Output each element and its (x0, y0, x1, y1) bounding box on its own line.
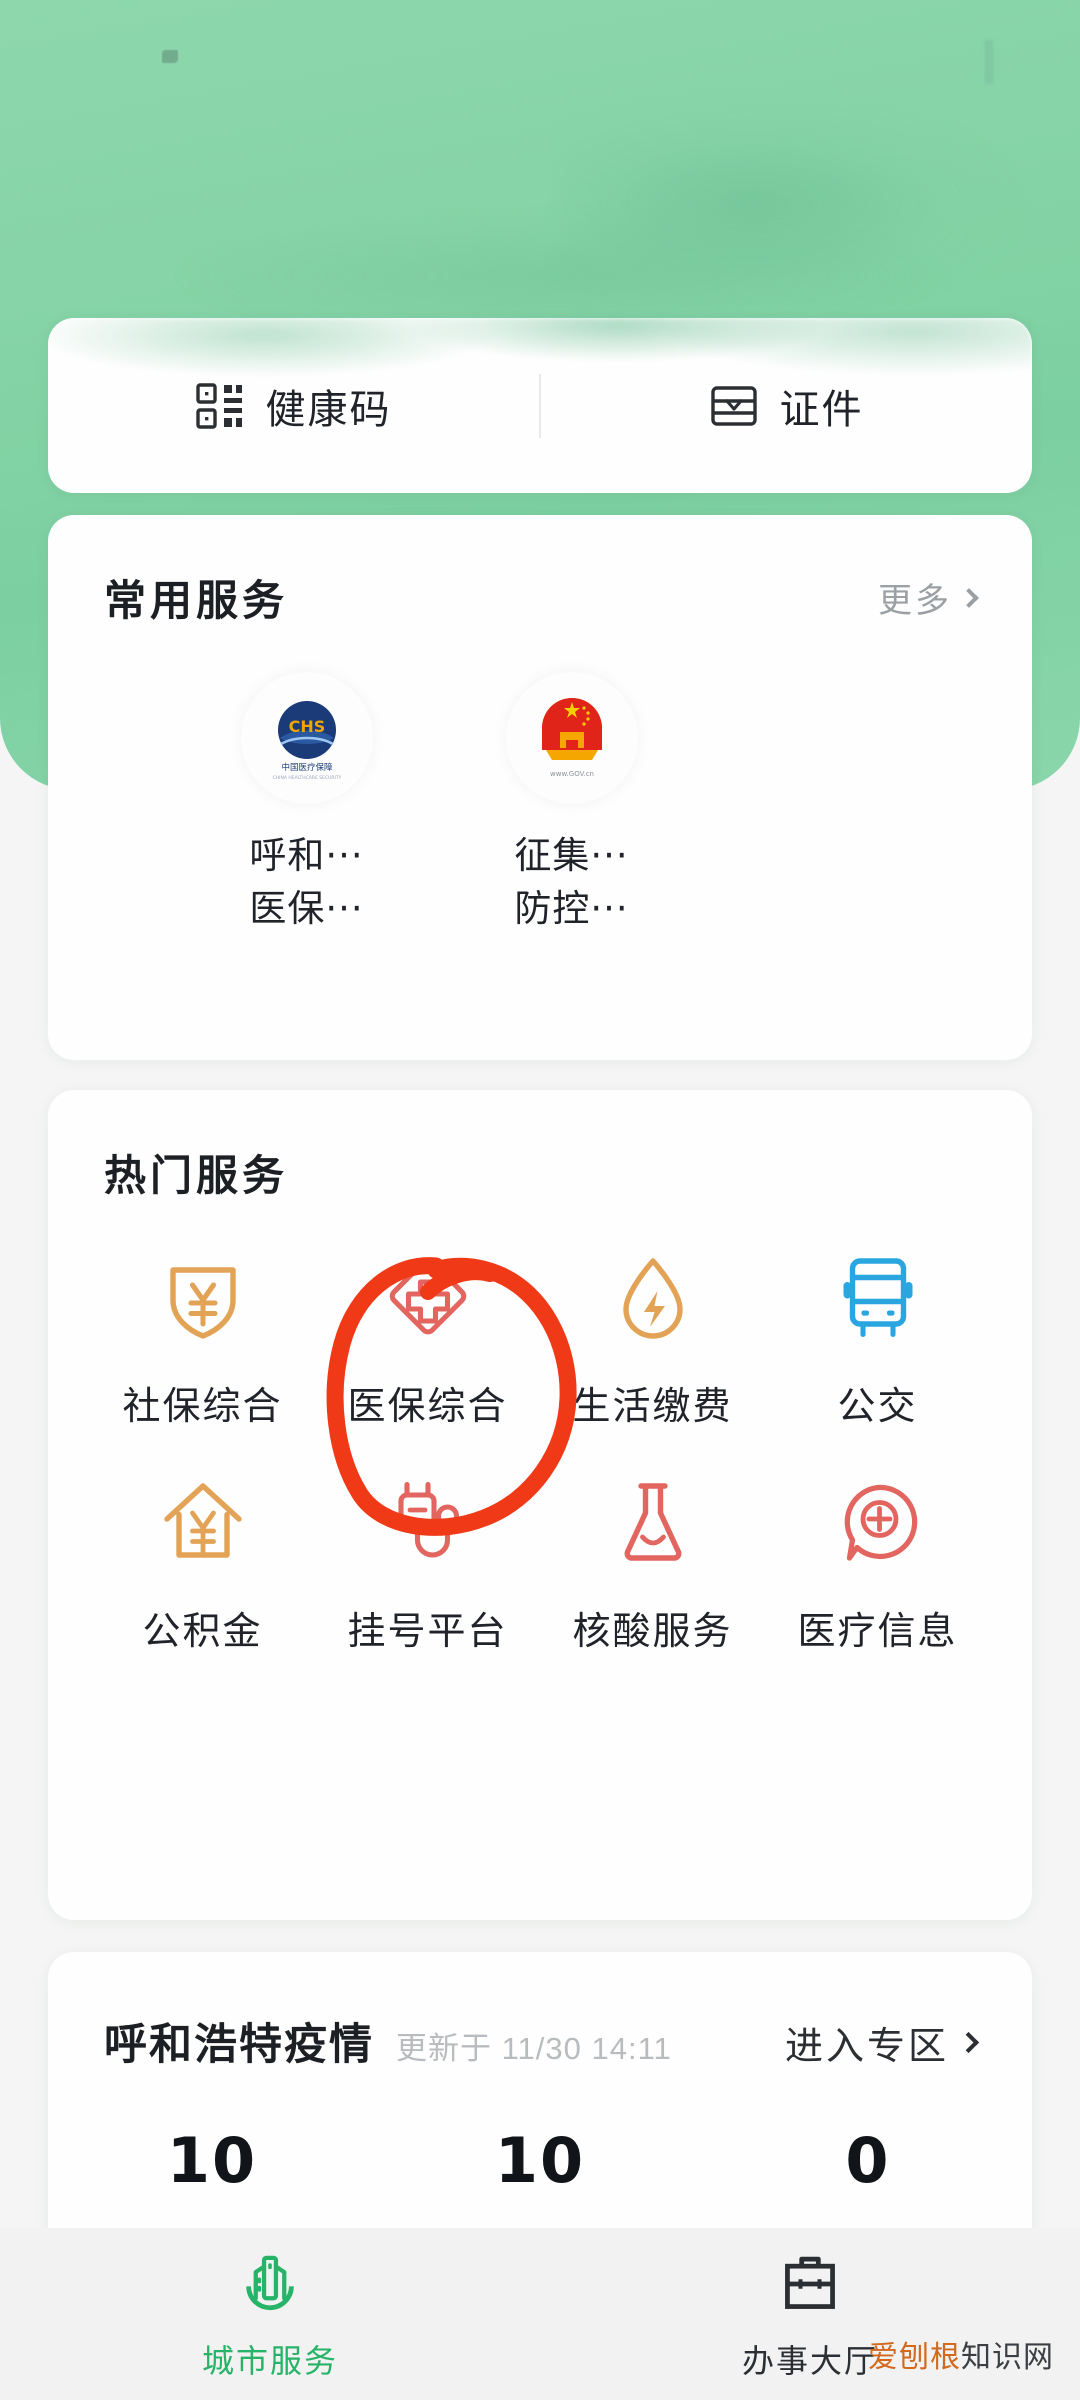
flask-icon (624, 1483, 681, 1561)
hot-service-social-insurance[interactable]: 社保综合 (90, 1249, 315, 1430)
common-services-more-button[interactable]: 更多 (878, 573, 979, 622)
hero-smudge-secondary (170, 215, 950, 335)
tab-label: 城市服务 (201, 2342, 338, 2380)
hot-service-label: 公交 (837, 1384, 918, 1428)
epidemic-card: 呼和浩特疫情 更新于 11/30 14:11 进入专区 10 10 0 (48, 1952, 1032, 2252)
hot-services-card: 热门服务 社保综合 医保综合 生活缴费 公交 公积金 挂号平台 核酸服务 医疗信… (48, 1090, 1032, 1920)
common-service-item[interactable]: CHS 中国医疗保障 CHINA HEALTHCARE SECURITY 呼和·… (174, 672, 439, 935)
hot-service-medical-insurance[interactable]: 医保综合 (315, 1249, 540, 1430)
hot-service-medical-info[interactable]: 医疗信息 (765, 1474, 990, 1655)
epidemic-stat-value: 10 (494, 2124, 586, 2197)
tab-label: 办事大厅 (741, 2342, 878, 2380)
hot-service-label: 社保综合 (122, 1384, 283, 1428)
hot-service-label: 公积金 (142, 1609, 263, 1653)
common-service-label: 呼和··· 医保··· (249, 830, 363, 935)
epidemic-enter-zone-button[interactable]: 进入专区 (784, 2015, 980, 2070)
logo-wrap: www.GOV.cn (505, 672, 638, 804)
epidemic-stat: 0 (704, 2124, 1032, 2197)
diamond-cross-icon (389, 1257, 466, 1335)
hot-service-label: 核酸服务 (572, 1609, 733, 1653)
hot-service-appointment[interactable]: 挂号平台 (315, 1474, 540, 1655)
qr-code-icon (195, 382, 242, 429)
water-drop-bolt-icon (622, 1258, 683, 1339)
site-watermark: 爱刨根知识网 (868, 2332, 1054, 2376)
id-card-icon (710, 385, 757, 426)
common-services-header: 常用服务 更多 (48, 515, 1032, 628)
house-yuan-icon (163, 1483, 242, 1558)
epidemic-stat: 10 (48, 2124, 376, 2197)
svg-text:www.GOV.cn: www.GOV.cn (550, 770, 594, 778)
epidemic-stats-row: 10 10 0 (48, 2072, 1032, 2197)
city-buildings-icon (246, 2255, 294, 2311)
app-screen: 健康码 证件 常用服务 更多 CHS 中国医疗保障 CHINA HEALTHCA… (0, 0, 1080, 2400)
hot-service-label: 生活缴费 (572, 1384, 733, 1428)
quick-item-label: 健康码 (265, 386, 392, 433)
logo-wrap: CHS 中国医疗保障 CHINA HEALTHCARE SECURITY (240, 672, 373, 804)
bus-icon (843, 1258, 912, 1338)
quick-item-label: 证件 (779, 386, 864, 433)
common-services-card: 常用服务 更多 CHS 中国医疗保障 CHINA HEALTHCARE SECU… (48, 515, 1032, 1060)
common-service-label: 征集··· 防控··· (514, 830, 628, 935)
quick-access-card: 健康码 证件 (48, 318, 1032, 493)
more-label: 更多 (878, 582, 952, 620)
hot-service-label: 医保综合 (347, 1384, 508, 1428)
hot-services-grid: 社保综合 医保综合 生活缴费 公交 公积金 挂号平台 核酸服务 医疗信息 (48, 1203, 1032, 1699)
stethoscope-icon (397, 1481, 459, 1558)
common-services-grid: CHS 中国医疗保障 CHINA HEALTHCARE SECURITY 呼和·… (48, 628, 1032, 935)
shield-yuan-icon (169, 1267, 236, 1339)
chevron-right-icon (957, 2031, 980, 2054)
epidemic-stat-value: 0 (845, 2124, 891, 2197)
hot-services-header: 热门服务 (48, 1090, 1032, 1203)
tab-city-services[interactable]: 城市服务 (0, 2246, 540, 2382)
briefcase-icon (785, 2256, 835, 2309)
hot-service-bus[interactable]: 公交 (765, 1249, 990, 1430)
epidemic-stat-value: 10 (166, 2124, 258, 2197)
common-label-line2: 防控··· (514, 886, 629, 930)
hot-service-utility-payment[interactable]: 生活缴费 (540, 1249, 765, 1430)
svg-text:CHINA HEALTHCARE SECURITY: CHINA HEALTHCARE SECURITY (272, 775, 341, 781)
common-label-line1: 征集··· (514, 834, 629, 877)
hot-service-label: 医疗信息 (797, 1609, 958, 1653)
china-gov-emblem-logo: www.GOV.cn (541, 698, 602, 778)
quick-item-credentials[interactable]: 证件 (541, 318, 1032, 493)
epidemic-updated-time: 更新于 11/30 14:11 (396, 2031, 672, 2066)
hot-service-housing-fund[interactable]: 公积金 (90, 1474, 315, 1655)
common-service-item[interactable]: www.GOV.cn 征集··· 防控··· (439, 672, 704, 935)
svg-text:中国医疗保障: 中国医疗保障 (281, 762, 333, 773)
epidemic-header: 呼和浩特疫情 更新于 11/30 14:11 进入专区 (48, 1952, 1032, 2072)
common-services-title: 常用服务 (104, 576, 289, 625)
hero-speck (162, 50, 178, 63)
china-healthcare-security-logo: CHS 中国医疗保障 CHINA HEALTHCARE SECURITY (272, 701, 341, 781)
epidemic-title: 呼和浩特疫情 (104, 2020, 374, 2070)
watermark-part2: 知识网 (961, 2340, 1054, 2375)
hot-services-title: 热门服务 (104, 1151, 289, 1200)
svg-text:CHS: CHS (288, 717, 325, 736)
hot-service-label: 挂号平台 (347, 1609, 508, 1653)
watermark-part1: 爱刨根 (868, 2340, 961, 2375)
common-label-line1: 呼和··· (249, 834, 364, 877)
enter-zone-label: 进入专区 (784, 2024, 949, 2068)
chevron-right-icon (959, 587, 979, 608)
common-label-line2: 医保··· (249, 886, 364, 930)
speech-cross-icon (844, 1484, 917, 1561)
quick-item-health-code[interactable]: 健康码 (48, 318, 539, 493)
hot-service-nucleic-acid[interactable]: 核酸服务 (540, 1474, 765, 1655)
epidemic-stat: 10 (376, 2124, 704, 2197)
hero-fleck (985, 40, 993, 84)
